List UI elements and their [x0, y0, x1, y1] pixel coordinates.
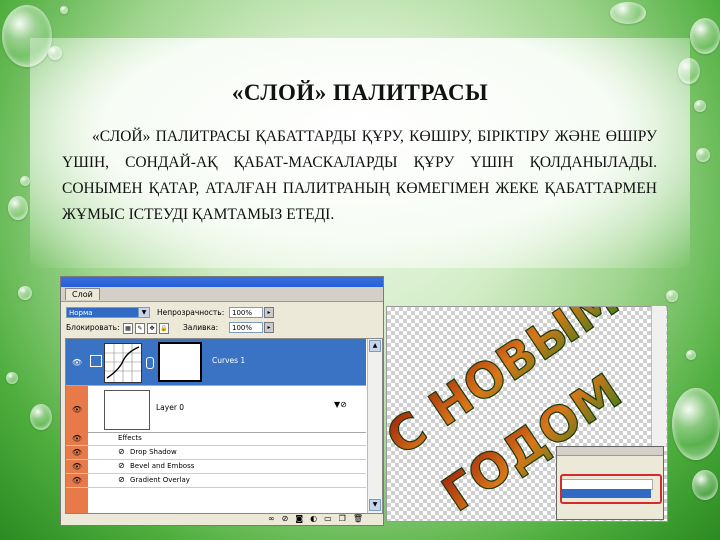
adjustment-layer-icon[interactable]: ◐	[310, 513, 317, 525]
bubble-decoration	[696, 148, 710, 162]
eye-column-fill	[66, 488, 88, 513]
effect-row-gradient-overlay[interactable]: 👁 ⊘ Gradient Overlay	[66, 474, 366, 488]
bubble-decoration	[686, 350, 696, 360]
bubble-decoration	[48, 46, 62, 60]
bubble-decoration	[30, 404, 52, 430]
curves-adjustment-icon	[104, 343, 142, 383]
opacity-slider-button[interactable]: ▸	[264, 307, 274, 318]
bubble-decoration	[18, 286, 32, 300]
slide-body-text: «Слой» палитрасы қабаттарды құру, көшіру…	[62, 128, 657, 223]
blend-mode-value: Норма	[69, 309, 93, 317]
chevron-down-icon: ▼	[138, 308, 149, 317]
effect-row-drop-shadow[interactable]: 👁 ⊘ Drop Shadow	[66, 446, 366, 460]
effect-icon: ⊘	[118, 475, 125, 484]
bubble-decoration	[692, 470, 718, 500]
bubble-decoration	[672, 388, 720, 460]
effects-label: Effects	[118, 434, 142, 442]
chain-link-icon[interactable]	[146, 357, 154, 369]
palette-title-strip	[61, 277, 383, 287]
opacity-label: Непрозрачность:	[157, 308, 225, 317]
effects-badge-icon: ▼⊘	[334, 400, 347, 409]
fill-value: 100%	[232, 324, 253, 332]
lock-all-icon[interactable]: 🔒	[159, 323, 169, 334]
add-mask-icon[interactable]: ◙	[295, 513, 303, 525]
scroll-down-button[interactable]: ▼	[369, 499, 381, 511]
bubble-decoration	[610, 2, 646, 24]
bubble-decoration	[6, 372, 18, 384]
fill-label: Заливка:	[183, 323, 219, 332]
blend-mode-select[interactable]: Норма ▼	[66, 307, 150, 318]
effect-icon: ⊘	[118, 461, 125, 470]
palette-tab-bar: Слой	[61, 287, 383, 302]
new-group-icon[interactable]: ▭	[324, 513, 332, 525]
effect-row-bevel-emboss[interactable]: 👁 ⊘ Bevel and Emboss	[66, 460, 366, 474]
eye-icon[interactable]: 👁	[66, 474, 88, 487]
effect-name: Gradient Overlay	[130, 476, 190, 484]
bubble-decoration	[8, 196, 28, 220]
layer-name: Layer 0	[156, 403, 185, 412]
bubble-decoration	[666, 290, 678, 302]
trash-icon[interactable]: 🗑	[353, 513, 363, 525]
bubble-decoration	[2, 5, 52, 67]
layer-type-icon	[90, 355, 102, 367]
palette-footer: ∞ ⊘ ◙ ◐ ▭ ❐ 🗑	[65, 513, 381, 525]
layer-row-layer0[interactable]: 👁 Layer 0 ▼⊘	[66, 385, 366, 433]
scroll-up-button[interactable]: ▲	[369, 340, 381, 352]
effect-name: Bevel and Emboss	[130, 462, 195, 470]
bubble-decoration	[690, 18, 720, 54]
fill-slider-button[interactable]: ▸	[264, 322, 274, 333]
layer-mask-thumbnail	[158, 342, 202, 382]
empty-layers-area	[66, 488, 366, 513]
eye-icon[interactable]: 👁	[66, 386, 88, 432]
bubble-decoration	[60, 6, 68, 14]
lock-image-icon[interactable]: ✎	[135, 323, 145, 334]
artwork-scrollbar[interactable]	[651, 306, 666, 446]
opacity-value: 100%	[232, 309, 253, 317]
bubble-decoration	[20, 176, 30, 186]
fill-input[interactable]: 100%	[229, 322, 263, 333]
slide-title: «СЛОЙ» ПАЛИТРАСЫ	[231, 80, 489, 105]
eye-icon[interactable]: 👁	[66, 339, 88, 385]
eye-icon[interactable]: 👁	[66, 432, 88, 445]
effect-icon: ⊘	[118, 447, 125, 456]
layers-list: 👁 Curves 1 👁 Layer 0 ▼⊘ 👁 Effects 👁 ⊘ Dr…	[65, 338, 383, 514]
highlight-frame	[560, 474, 662, 504]
effects-group-row[interactable]: 👁 Effects	[66, 432, 366, 446]
layer-row-curves[interactable]: 👁 Curves 1	[66, 339, 366, 385]
slide-background: «СЛОЙ» ПАЛИТРАСЫ «Слой» палитрасы қабатт…	[0, 0, 720, 540]
tab-layers[interactable]: Слой	[65, 288, 100, 300]
new-layer-icon[interactable]: ❐	[339, 513, 346, 525]
opacity-input[interactable]: 100%	[229, 307, 263, 318]
layer-style-icon[interactable]: ⊘	[282, 513, 289, 525]
layers-palette: Слой Норма ▼ Непрозрачность: 100% ▸ Блок…	[60, 276, 384, 526]
eye-icon[interactable]: 👁	[66, 460, 88, 473]
mini-palette-header	[557, 447, 663, 456]
lock-label: Блокировать:	[66, 323, 120, 332]
layers-scrollbar[interactable]: ▲ ▼	[367, 339, 382, 513]
lock-transparency-icon[interactable]: ▦	[123, 323, 133, 334]
eye-icon[interactable]: 👁	[66, 446, 88, 459]
lock-position-icon[interactable]: ✥	[147, 323, 157, 334]
layer-thumbnail	[104, 390, 150, 430]
layer-name: Curves 1	[212, 356, 246, 365]
link-layers-icon[interactable]: ∞	[268, 513, 275, 525]
effect-name: Drop Shadow	[130, 448, 177, 456]
